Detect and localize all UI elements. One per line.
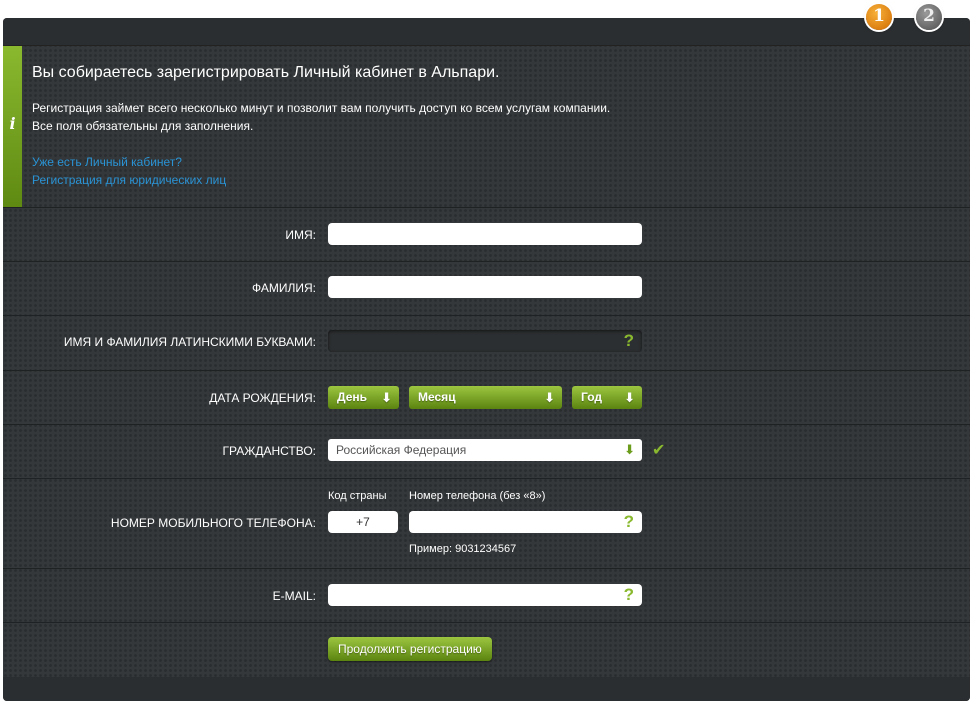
last-name-label: Фамилия: <box>252 281 316 295</box>
existing-account-link[interactable]: Уже есть Личный кабинет? <box>32 155 182 169</box>
step-2-badge: 2 <box>916 4 942 30</box>
country-code-label: Код страны <box>328 490 387 502</box>
citizenship-select[interactable]: Российская Федерация ⬇ <box>328 439 642 461</box>
latin-name-label: Имя и фамилия латинскими буквами: <box>63 335 316 349</box>
info-icon: i <box>9 114 16 133</box>
step-1-badge: 1 <box>866 4 892 30</box>
arrow-down-icon: ⬇ <box>544 390 555 405</box>
year-dropdown-value: Год <box>581 390 602 404</box>
country-code-input[interactable] <box>328 511 398 533</box>
info-title: Вы собираетесь зарегистрировать Личный к… <box>32 64 500 81</box>
info-box: i Вы собираетесь зарегистрировать Личный… <box>3 46 970 208</box>
arrow-down-icon: ⬇ <box>624 442 635 457</box>
day-dropdown[interactable]: День ⬇ <box>328 386 399 409</box>
row-phone: Код страны Номер телефона (без «8») Номе… <box>3 479 970 569</box>
email-input[interactable]: ? <box>328 584 642 606</box>
checkmark-icon: ✔ <box>652 442 666 459</box>
continue-registration-button[interactable]: Продолжить регистрацию <box>328 637 492 661</box>
row-latin-name: Имя и фамилия латинскими буквами: ? <box>3 316 970 371</box>
phone-label: Номер мобильного телефона: <box>110 516 316 530</box>
email-label: E-mail: <box>272 589 316 603</box>
row-last-name: Фамилия: <box>3 262 970 316</box>
first-name-label: Имя: <box>285 228 316 242</box>
first-name-input[interactable] <box>328 223 642 245</box>
month-dropdown[interactable]: Месяц ⬇ <box>409 386 562 409</box>
help-icon[interactable]: ? <box>624 511 634 533</box>
last-name-input[interactable] <box>328 276 642 298</box>
birth-date-label: Дата рождения: <box>209 391 316 405</box>
footer-bar <box>3 677 970 701</box>
arrow-down-icon: ⬇ <box>624 390 635 405</box>
year-dropdown[interactable]: Год ⬇ <box>572 386 642 409</box>
arrow-down-icon: ⬇ <box>381 390 392 405</box>
phone-example: Пример: 9031234567 <box>409 543 517 555</box>
info-bar: i <box>3 46 22 207</box>
help-icon[interactable]: ? <box>624 330 634 352</box>
row-email: E-mail: ? <box>3 569 970 623</box>
info-text-2: Все поля обязательны для заполнения. <box>32 119 254 133</box>
help-icon[interactable]: ? <box>624 584 634 606</box>
info-text-1: Регистрация займет всего несколько минут… <box>32 101 611 115</box>
phone-number-input[interactable]: ? <box>409 511 642 533</box>
day-dropdown-value: День <box>337 390 367 404</box>
month-dropdown-value: Месяц <box>418 390 456 404</box>
registration-panel: i Вы собираетесь зарегистрировать Личный… <box>3 18 970 701</box>
citizenship-value: Российская Федерация <box>336 443 467 457</box>
row-birth-date: Дата рождения: День ⬇ Месяц ⬇ Год ⬇ <box>3 371 970 425</box>
legal-entity-link[interactable]: Регистрация для юридических лиц <box>32 173 226 187</box>
citizenship-label: Гражданство: <box>222 444 316 458</box>
row-first-name: Имя: <box>3 208 970 262</box>
phone-number-label: Номер телефона (без «8») <box>409 490 546 502</box>
latin-name-input[interactable]: ? <box>328 330 642 352</box>
top-bar <box>3 18 970 46</box>
row-citizenship: Гражданство: Российская Федерация ⬇ ✔ <box>3 425 970 479</box>
